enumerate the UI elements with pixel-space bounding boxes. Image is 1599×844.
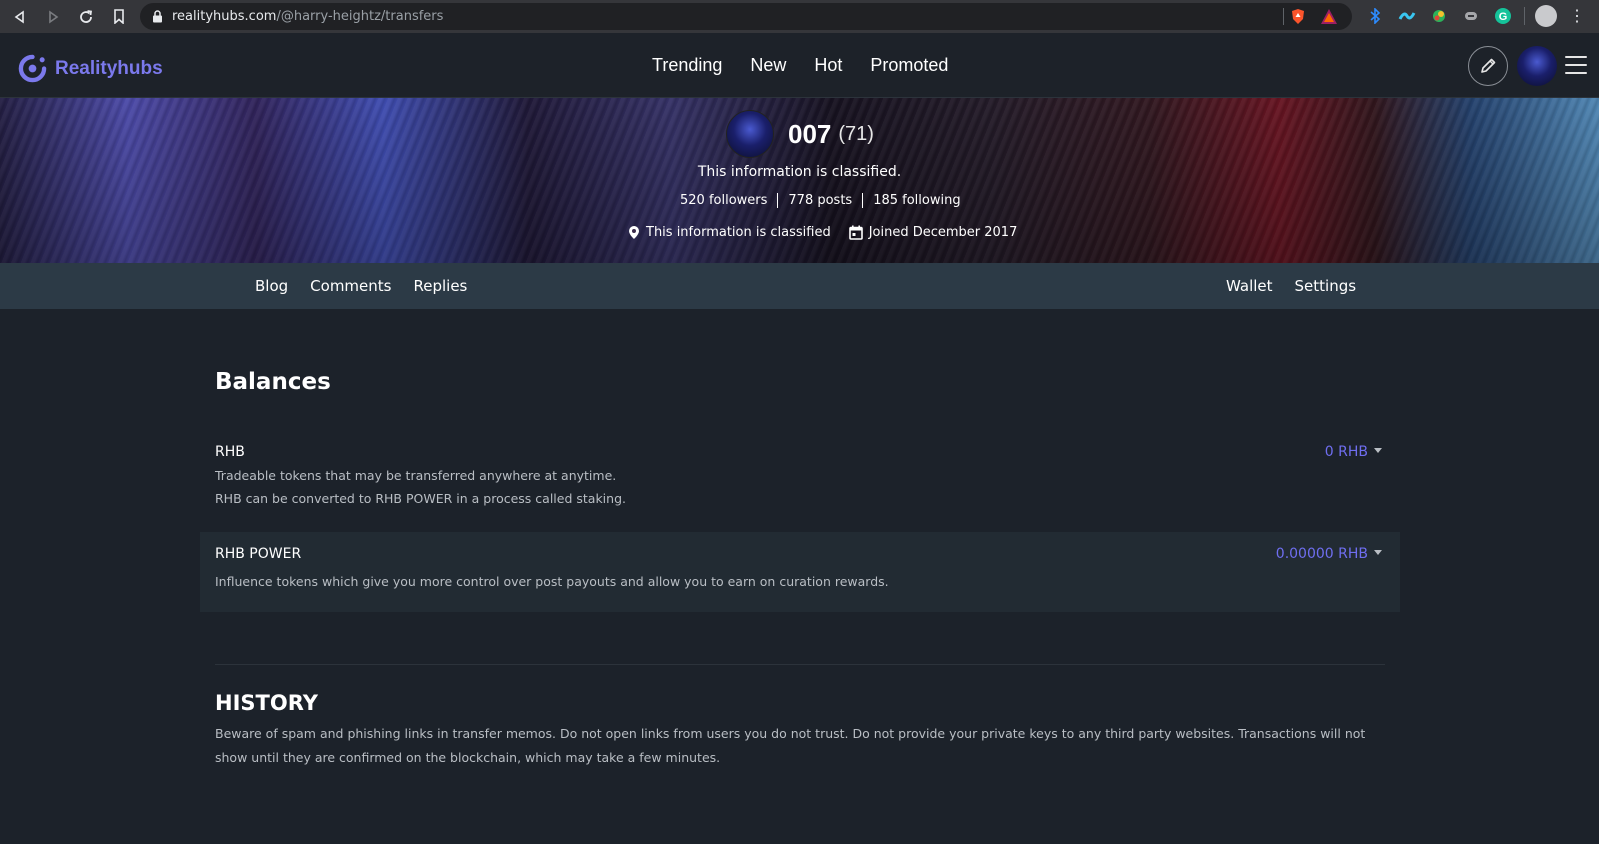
extensions-bar: G [1365,6,1513,26]
profile-stats: 520 followers 778 posts 185 following [670,193,971,208]
bookmark-icon[interactable] [106,4,132,30]
tab-comments[interactable]: Comments [310,277,391,295]
profile-joined: Joined December 2017 [868,225,1018,240]
section-divider [215,664,1385,665]
colorful-extension-icon[interactable] [1429,6,1449,26]
reload-icon[interactable] [73,4,99,30]
bluetooth-extension-icon[interactable] [1365,6,1385,26]
brave-shield-icon[interactable] [1290,8,1306,25]
nav-promoted[interactable]: Promoted [870,55,948,76]
posts-count: 778 posts [777,193,862,208]
tab-blog[interactable]: Blog [255,277,288,295]
tab-settings[interactable]: Settings [1295,277,1357,295]
svg-text:G: G [1499,11,1508,23]
address-bar[interactable]: realityhubs.com/@harry-heightz/transfers [140,3,1352,30]
forward-icon[interactable] [40,4,66,30]
lock-icon [150,10,164,24]
followers-count[interactable]: 520 followers [670,193,777,208]
url-text: realityhubs.com/@harry-heightz/transfers [172,9,444,24]
rhb-description: Tradeable tokens that may be transferred… [215,468,626,506]
calendar-icon [848,225,863,240]
following-count[interactable]: 185 following [862,193,970,208]
nav-new[interactable]: New [750,55,786,76]
brave-rewards-icon[interactable] [1320,8,1338,25]
balances-heading: Balances [215,369,331,395]
create-post-button[interactable] [1468,46,1508,86]
history-warning: Beware of spam and phishing links in tra… [215,726,1366,765]
wave-extension-icon[interactable] [1397,6,1417,26]
rhb-power-amount-dropdown[interactable]: 0.00000 RHB [1276,546,1382,562]
chevron-down-icon [1374,549,1382,555]
profile-meta: This information is classified Joined De… [628,225,1017,240]
location-icon [629,226,639,239]
gray-extension-icon[interactable] [1461,6,1481,26]
profile-reputation: (71) [838,122,874,145]
site-header: Realityhubs Trending New Hot Promoted [0,33,1599,98]
nav-hot[interactable]: Hot [814,55,842,76]
chevron-down-icon [1374,447,1382,453]
profile-avatar [726,110,774,158]
profile-info: 007 (71) This information is classified.… [0,98,1599,263]
history-heading: HISTORY [215,691,318,715]
brand-name: Realityhubs [55,57,163,79]
hamburger-icon[interactable] [1565,56,1587,74]
nav-trending[interactable]: Trending [652,55,722,76]
profile-name: 007 [788,118,832,149]
urlbar-divider [1283,8,1284,25]
profile-location: This information is classified [646,225,831,240]
rhb-power-description: Influence tokens which give you more con… [215,574,889,589]
browser-menu-icon[interactable]: ⋮ [1569,6,1585,26]
pencil-icon [1481,58,1496,73]
profile-subnav: Blog Comments Replies Wallet Settings [0,263,1599,309]
browser-profile-icon[interactable] [1535,5,1557,27]
balance-row-rhb: RHB Tradeable tokens that may be transfe… [200,444,1400,530]
tab-wallet[interactable]: Wallet [1226,277,1273,295]
browser-toolbar: realityhubs.com/@harry-heightz/transfers… [0,0,1599,33]
rhb-power-label: RHB POWER [215,546,302,562]
profile-banner: 007 (71) This information is classified.… [0,98,1599,263]
balance-row-rhb-power: RHB POWER Influence tokens which give yo… [200,532,1400,612]
tab-replies[interactable]: Replies [413,277,467,295]
realityhubs-logo-icon [18,54,47,83]
brand[interactable]: Realityhubs [18,54,163,83]
profile-about: This information is classified. [697,164,902,180]
user-avatar[interactable] [1517,46,1557,86]
back-icon[interactable] [7,4,33,30]
grammarly-icon[interactable]: G [1493,6,1513,26]
top-nav: Trending New Hot Promoted [652,55,948,76]
rhb-amount-dropdown[interactable]: 0 RHB [1325,444,1382,460]
rhb-label: RHB [215,444,245,460]
toolbar-divider [1524,7,1525,25]
